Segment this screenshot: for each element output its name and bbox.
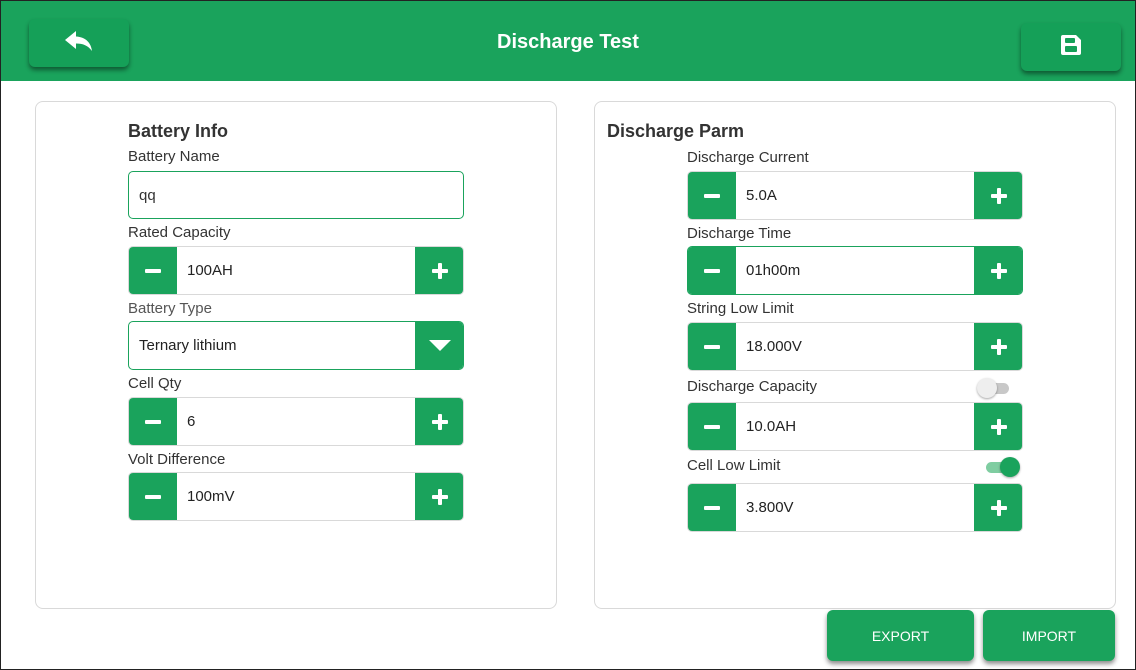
discharge-time-value[interactable]: 01h00m [746,247,800,294]
battery-name-value: qq [139,186,156,204]
rated-capacity-value[interactable]: 100AH [187,247,233,294]
cell-qty-plus-button[interactable] [415,398,463,445]
minus-icon [703,193,720,198]
minus-icon [144,494,161,499]
string-low-limit-minus-button[interactable] [688,323,736,370]
save-button[interactable] [1021,23,1121,71]
battery-type-select[interactable]: Ternary lithium [128,321,464,370]
plus-icon [990,338,1007,355]
discharge-capacity-stepper: 10.0AH [687,402,1023,451]
minus-icon [703,268,720,273]
cell-low-limit-stepper: 3.800V [687,483,1023,532]
battery-type-dropdown-button[interactable] [415,322,463,369]
discharge-current-value[interactable]: 5.0A [746,172,777,219]
string-low-limit-stepper: 18.000V [687,322,1023,371]
rated-capacity-minus-button[interactable] [129,247,177,294]
discharge-capacity-toggle[interactable] [977,378,1013,398]
cell-low-limit-label: Cell Low Limit [687,457,781,474]
discharge-capacity-plus-button[interactable] [974,403,1022,450]
cell-low-limit-plus-button[interactable] [974,484,1022,531]
plus-icon [990,418,1007,435]
string-low-limit-label: String Low Limit [687,300,794,317]
cell-low-limit-toggle[interactable] [984,457,1020,477]
discharge-time-plus-button[interactable] [974,247,1022,294]
header-bar: Discharge Test [1,1,1135,81]
plus-icon [990,499,1007,516]
string-low-limit-plus-button[interactable] [974,323,1022,370]
rated-capacity-plus-button[interactable] [415,247,463,294]
cell-low-limit-minus-button[interactable] [688,484,736,531]
discharge-time-label: Discharge Time [687,225,792,242]
discharge-time-stepper: 01h00m [687,246,1023,295]
minus-icon [703,424,720,429]
discharge-capacity-label: Discharge Capacity [687,378,818,395]
minus-icon [144,419,161,424]
page-title: Discharge Test [497,31,639,53]
cell-qty-value[interactable]: 6 [187,398,195,445]
volt-difference-stepper: 100mV [128,472,464,521]
discharge-current-plus-button[interactable] [974,172,1022,219]
battery-name-input[interactable]: qq [128,171,464,219]
minus-icon [144,268,161,273]
app-window: Discharge Test Battery Info Battery Name… [0,0,1136,670]
discharge-capacity-value[interactable]: 10.0AH [746,403,796,450]
volt-difference-label: Volt Difference [128,451,226,468]
discharge-current-minus-button[interactable] [688,172,736,219]
floppy-save-icon [1060,34,1082,61]
discharge-current-stepper: 5.0A [687,171,1023,220]
plus-icon [431,488,448,505]
discharge-capacity-minus-button[interactable] [688,403,736,450]
dropdown-arrow-icon [428,340,451,351]
plus-icon [431,262,448,279]
minus-icon [703,344,720,349]
plus-icon [431,413,448,430]
battery-type-value: Ternary lithium [139,337,237,354]
rated-capacity-stepper: 100AH [128,246,464,295]
export-button[interactable]: EXPORT [827,610,974,661]
battery-type-label: Battery Type [128,300,212,317]
string-low-limit-value[interactable]: 18.000V [746,323,802,370]
discharge-time-minus-button[interactable] [688,247,736,294]
volt-difference-plus-button[interactable] [415,473,463,520]
battery-info-title: Battery Info [128,121,229,141]
cell-qty-stepper: 6 [128,397,464,446]
minus-icon [703,505,720,510]
cell-qty-label: Cell Qty [128,375,182,392]
battery-name-label: Battery Name [128,148,220,165]
discharge-parm-title: Discharge Parm [607,121,745,141]
plus-icon [990,262,1007,279]
cell-low-limit-value[interactable]: 3.800V [746,484,794,531]
volt-difference-value[interactable]: 100mV [187,473,235,520]
import-button[interactable]: IMPORT [983,610,1115,661]
rated-capacity-label: Rated Capacity [128,224,231,241]
discharge-current-label: Discharge Current [687,149,809,166]
plus-icon [990,187,1007,204]
cell-qty-minus-button[interactable] [129,398,177,445]
volt-difference-minus-button[interactable] [129,473,177,520]
